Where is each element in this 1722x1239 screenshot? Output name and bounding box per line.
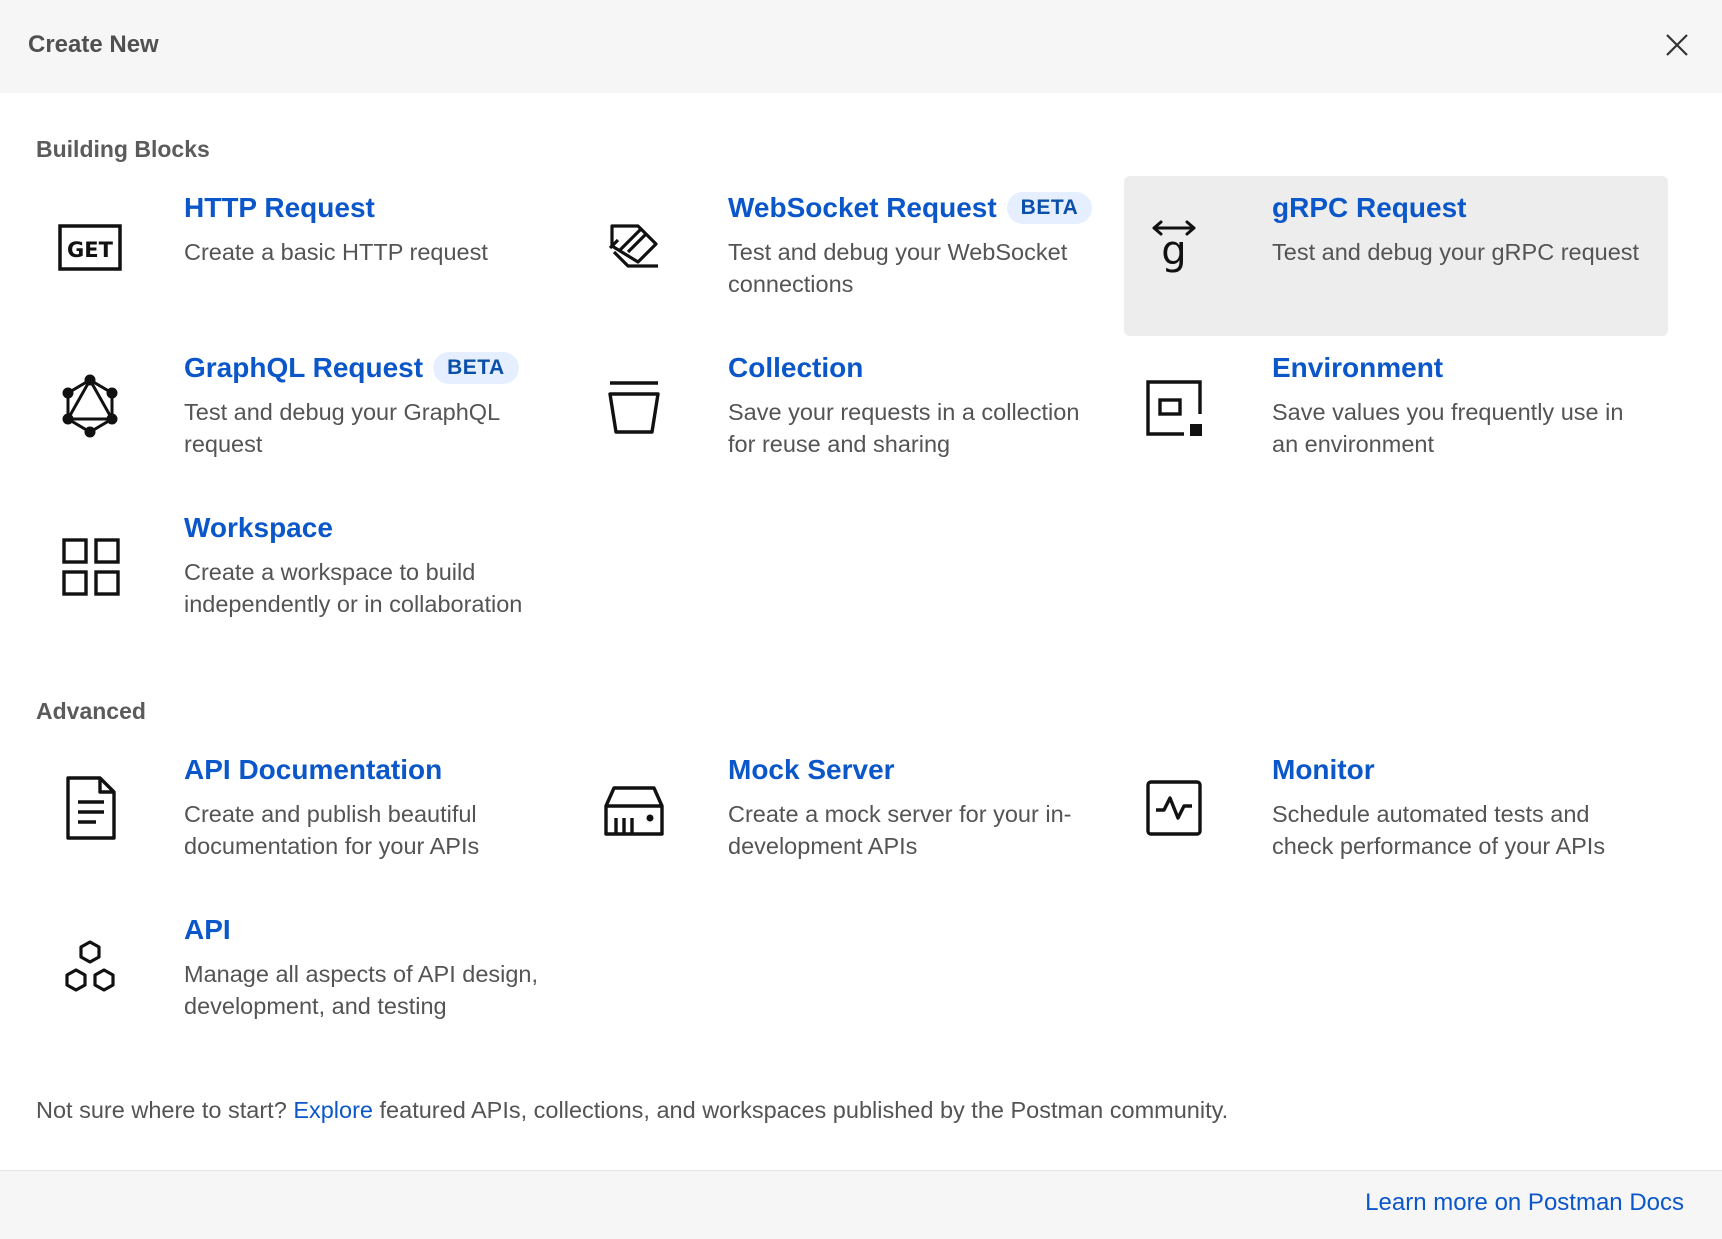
collection-icon bbox=[598, 370, 670, 442]
card-title: WebSocket Request BETA bbox=[728, 192, 1093, 224]
card-description: Manage all aspects of API design, develo… bbox=[184, 961, 539, 1019]
card-description: Save values you frequently use in an env… bbox=[1272, 399, 1624, 457]
card-api[interactable]: API Manage all aspects of API design, de… bbox=[24, 898, 568, 1058]
card-http-request[interactable]: GET HTTP Request Create a basic HTTP req… bbox=[24, 176, 568, 336]
svg-text:GET: GET bbox=[67, 238, 114, 262]
websocket-plug-icon bbox=[598, 210, 670, 282]
card-title: GraphQL Request BETA bbox=[184, 352, 519, 384]
explore-note: Not sure where to start? Explore feature… bbox=[36, 1097, 1228, 1124]
card-title: Mock Server bbox=[728, 754, 895, 785]
card-title: gRPC Request bbox=[1272, 192, 1467, 223]
card-description: Create a basic HTTP request bbox=[184, 239, 488, 265]
api-hexagons-icon bbox=[54, 932, 126, 1004]
grpc-icon: g bbox=[1138, 210, 1210, 282]
monitor-pulse-icon bbox=[1138, 772, 1210, 844]
card-title: Collection bbox=[728, 352, 864, 383]
card-title: HTTP Request bbox=[184, 192, 375, 223]
card-description: Create and publish beautiful documentati… bbox=[184, 801, 480, 859]
card-workspace[interactable]: Workspace Create a workspace to build in… bbox=[24, 496, 568, 656]
mock-server-icon bbox=[598, 772, 670, 844]
modal-title: Create New bbox=[28, 31, 159, 58]
card-title: API bbox=[184, 914, 231, 945]
card-websocket-request[interactable]: WebSocket Request BETA Test and debug yo… bbox=[568, 176, 1112, 336]
section-title-advanced: Advanced bbox=[36, 698, 146, 724]
environment-icon bbox=[1138, 370, 1210, 442]
document-icon bbox=[54, 772, 126, 844]
explore-prefix: Not sure where to start? bbox=[36, 1097, 287, 1123]
card-description: Schedule automated tests and check perfo… bbox=[1272, 801, 1606, 859]
beta-badge: BETA bbox=[433, 352, 519, 384]
workspace-grid-icon bbox=[54, 530, 126, 602]
card-description: Test and debug your WebSocket connection… bbox=[728, 239, 1068, 297]
postman-docs-link[interactable]: Learn more on Postman Docs bbox=[1365, 1189, 1684, 1217]
explore-suffix: featured APIs, collections, and workspac… bbox=[379, 1097, 1229, 1123]
modal-footer: Learn more on Postman Docs bbox=[0, 1170, 1722, 1239]
card-title: Monitor bbox=[1272, 754, 1375, 785]
card-title: API Documentation bbox=[184, 754, 443, 785]
modal-header: Create New bbox=[0, 0, 1722, 93]
card-title-text: GraphQL Request bbox=[184, 352, 424, 383]
card-grpc-request[interactable]: g gRPC Request Test and debug your gRPC … bbox=[1124, 176, 1668, 336]
card-monitor[interactable]: Monitor Schedule automated tests and che… bbox=[1124, 738, 1668, 898]
card-description: Save your requests in a collection for r… bbox=[728, 399, 1080, 457]
card-description: Create a mock server for your in-develop… bbox=[728, 801, 1072, 859]
close-icon[interactable] bbox=[1662, 30, 1692, 60]
beta-badge: BETA bbox=[1006, 192, 1093, 224]
svg-text:g: g bbox=[1161, 228, 1186, 274]
explore-link[interactable]: Explore bbox=[293, 1097, 373, 1123]
card-description: Test and debug your GraphQL request bbox=[184, 399, 500, 457]
card-mock-server[interactable]: Mock Server Create a mock server for you… bbox=[568, 738, 1112, 898]
card-title-text: WebSocket Request bbox=[728, 192, 997, 223]
section-title-building-blocks: Building Blocks bbox=[36, 136, 210, 162]
card-environment[interactable]: Environment Save values you frequently u… bbox=[1124, 336, 1668, 496]
card-graphql-request[interactable]: GraphQL Request BETA Test and debug your… bbox=[24, 336, 568, 496]
card-collection[interactable]: Collection Save your requests in a colle… bbox=[568, 336, 1112, 496]
graphql-icon bbox=[54, 370, 126, 442]
card-title: Workspace bbox=[184, 512, 333, 543]
card-title: Environment bbox=[1272, 352, 1444, 383]
card-description: Create a workspace to build independentl… bbox=[184, 559, 523, 617]
card-description: Test and debug your gRPC request bbox=[1272, 239, 1640, 265]
http-get-icon: GET bbox=[54, 210, 126, 282]
card-api-documentation[interactable]: API Documentation Create and publish bea… bbox=[24, 738, 568, 898]
